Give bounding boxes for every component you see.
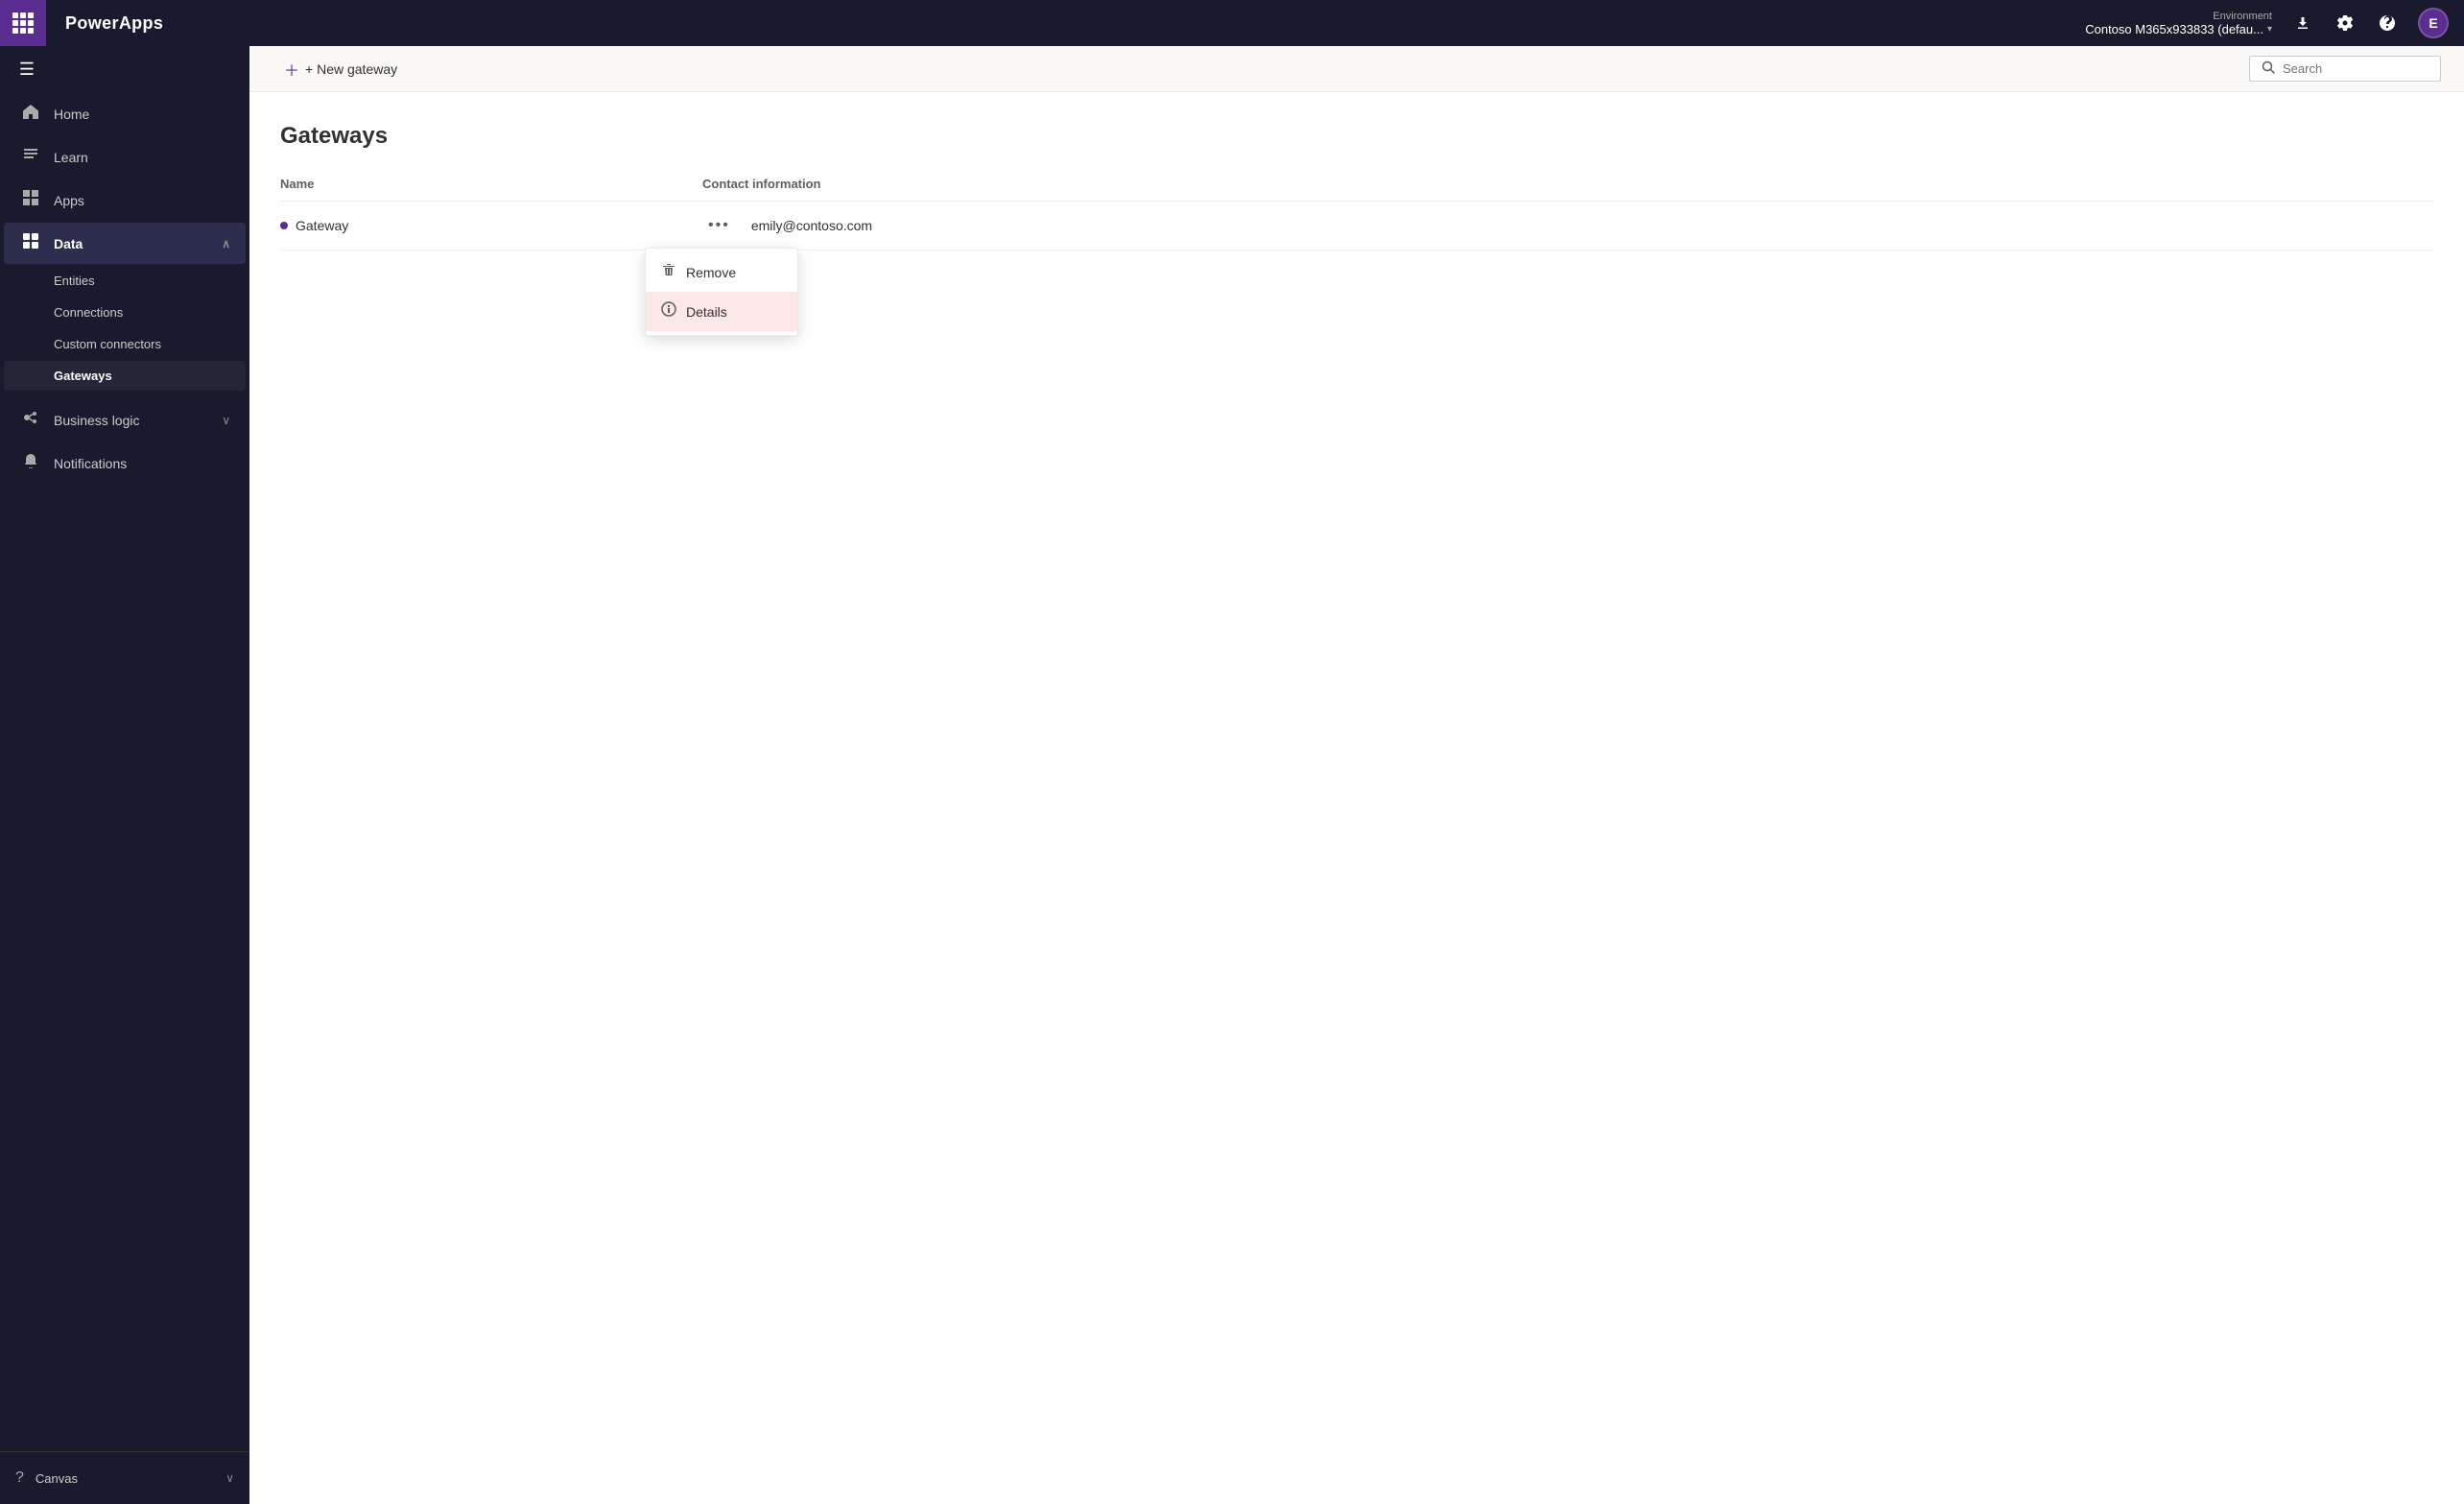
gateway-ellipsis-button[interactable]: ••• (702, 213, 736, 238)
env-name: Contoso M365x933833 (defau... ▾ (2085, 22, 2272, 36)
business-logic-icon (19, 409, 42, 431)
search-input[interactable] (2283, 61, 2417, 76)
app-layout: ☰ Home Learn Apps Data ∧ (0, 46, 2464, 1504)
business-logic-chevron-icon: ∨ (222, 414, 230, 427)
table-col-contact-header: Contact information (702, 177, 2433, 191)
sidebar-sub-item-gateways[interactable]: Gateways (4, 361, 246, 391)
sidebar-item-notifications[interactable]: Notifications (4, 442, 246, 484)
footer-chevron-icon: ∨ (225, 1471, 234, 1485)
gateway-contact-cell: emily@contoso.com (751, 218, 2433, 233)
context-menu-remove[interactable]: Remove (646, 252, 797, 292)
new-gateway-button[interactable]: ＋ + New gateway (272, 52, 409, 86)
context-menu: Remove Details (645, 248, 798, 336)
settings-button[interactable] (2326, 4, 2364, 42)
toolbar-right (2249, 56, 2441, 82)
waffle-icon (12, 12, 34, 34)
details-icon (661, 301, 676, 322)
sidebar-hamburger[interactable]: ☰ (8, 50, 46, 88)
sidebar-footer: ? Canvas ∨ (0, 1451, 249, 1504)
help-button[interactable] (2368, 4, 2406, 42)
sidebar-item-data[interactable]: Data ∧ (4, 223, 246, 264)
remove-icon (661, 262, 676, 282)
sidebar-sub-item-entities[interactable]: Entities (4, 266, 246, 296)
gateway-name: Gateway (296, 218, 348, 233)
page-title: Gateways (280, 123, 2433, 150)
download-button[interactable] (2284, 4, 2322, 42)
topbar-icons: E (2284, 4, 2464, 42)
topbar: PowerApps Environment Contoso M365x93383… (0, 0, 2464, 46)
new-gateway-label: + New gateway (305, 61, 397, 77)
sidebar: ☰ Home Learn Apps Data ∧ (0, 46, 249, 1504)
table-header: Name Contact information (280, 177, 2433, 202)
sidebar-item-business-logic[interactable]: Business logic ∨ (4, 399, 246, 441)
new-gateway-plus-icon: ＋ (284, 58, 299, 81)
sidebar-footer-label: Canvas (36, 1471, 78, 1486)
search-box[interactable] (2249, 56, 2441, 82)
search-icon (2262, 60, 2275, 77)
user-avatar[interactable]: E (2418, 8, 2449, 38)
main-content: ＋ + New gateway Gateways Name Contact in… (249, 46, 2464, 1504)
app-brand: PowerApps (46, 13, 182, 34)
context-menu-remove-label: Remove (686, 265, 736, 280)
sidebar-footer-item[interactable]: ? Canvas ∨ (0, 1460, 249, 1496)
data-chevron-icon: ∧ (222, 237, 230, 251)
context-menu-details-label: Details (686, 304, 727, 320)
apps-icon (19, 189, 42, 211)
sidebar-item-business-logic-label: Business logic (54, 413, 210, 428)
sidebar-sub-item-gateways-label: Gateways (54, 369, 112, 383)
table-row: Gateway ••• emily@contoso.com Remove (280, 202, 2433, 251)
context-menu-details[interactable]: Details (646, 292, 797, 331)
data-icon (19, 232, 42, 254)
gateway-actions: ••• (702, 213, 751, 238)
gateway-status-dot (280, 222, 288, 229)
sidebar-item-learn-label: Learn (54, 150, 230, 165)
notifications-icon (19, 452, 42, 474)
env-chevron-icon: ▾ (2267, 24, 2272, 35)
toolbar: ＋ + New gateway (249, 46, 2464, 92)
sidebar-item-apps[interactable]: Apps (4, 179, 246, 221)
sidebar-sub-item-connections-label: Connections (54, 305, 123, 320)
sidebar-item-notifications-label: Notifications (54, 456, 230, 471)
help-circle-icon: ? (15, 1469, 24, 1487)
waffle-button[interactable] (0, 0, 46, 46)
sidebar-sub-item-custom-connectors-label: Custom connectors (54, 337, 161, 351)
sidebar-sub-item-entities-label: Entities (54, 274, 95, 288)
table-col-name-header: Name (280, 177, 702, 191)
sidebar-item-home-label: Home (54, 107, 230, 122)
learn-icon (19, 146, 42, 168)
sidebar-item-learn[interactable]: Learn (4, 136, 246, 178)
page-content: Gateways Name Contact information Gatewa… (249, 92, 2464, 1504)
sidebar-sub-item-custom-connectors[interactable]: Custom connectors (4, 329, 246, 359)
sidebar-item-data-label: Data (54, 236, 210, 251)
gateway-email: emily@contoso.com (751, 218, 872, 233)
environment-selector[interactable]: Environment Contoso M365x933833 (defau..… (2085, 11, 2284, 36)
sidebar-item-apps-label: Apps (54, 193, 230, 208)
home-icon (19, 103, 42, 125)
gateway-name-cell: Gateway (280, 218, 702, 233)
env-label: Environment (2213, 11, 2272, 22)
sidebar-item-home[interactable]: Home (4, 93, 246, 134)
sidebar-sub-item-connections[interactable]: Connections (4, 298, 246, 327)
